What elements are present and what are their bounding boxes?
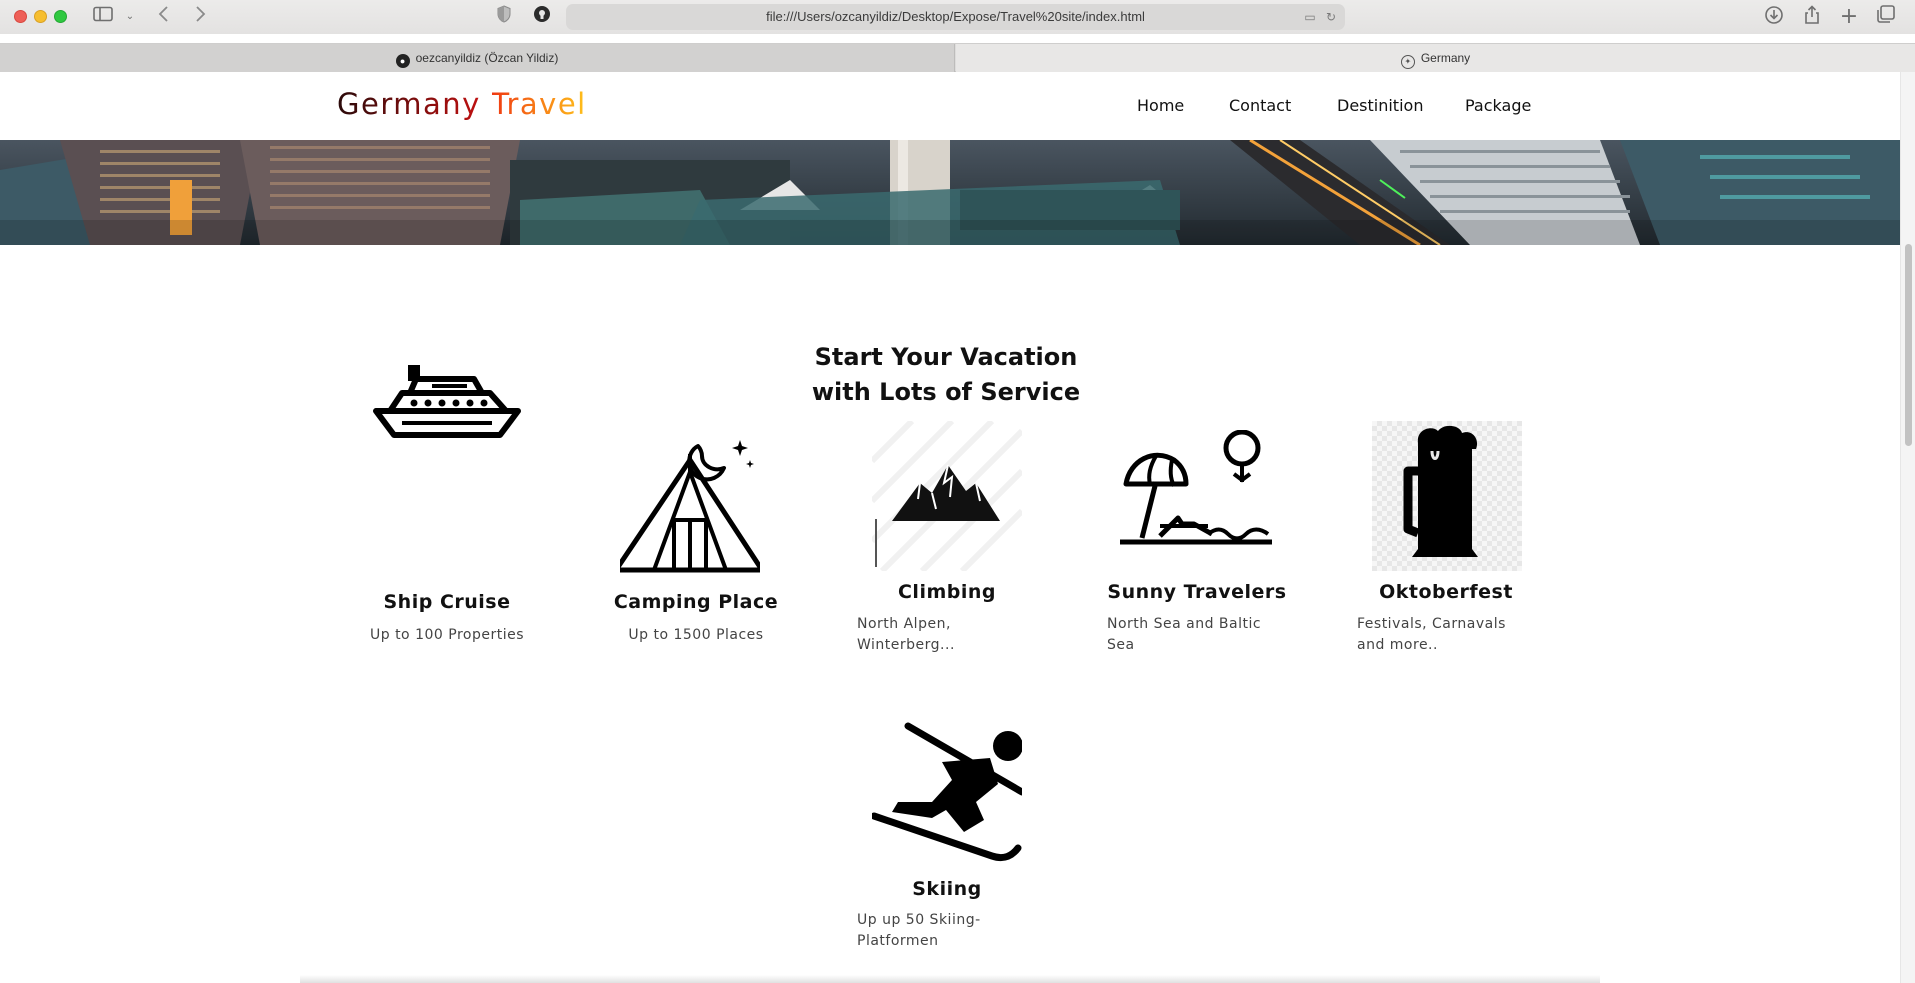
privacy-shield-icon[interactable] [494,5,514,29]
card-subtitle-camping-place: Up to 1500 Places [628,627,764,643]
github-icon: ● [395,54,410,68]
section-title-line2: with Lots of Service [811,378,1081,406]
hero-city-image [0,140,1900,245]
url-text: file:///Users/ozcanyildiz/Desktop/Expose… [766,9,1145,24]
tab-label: oezcanyildiz (Özcan Yildiz) [415,51,559,65]
card-title-climbing: Climbing [897,581,996,603]
reload-icon[interactable]: ↻ [1322,8,1340,26]
tab-overview-icon[interactable] [1875,5,1897,29]
minimize-window-button[interactable] [34,10,47,23]
site-logo[interactable]: Germany Travel [337,87,587,121]
card-subtitle-climbing: North Alpen, Winterberg... [857,614,1047,656]
card-subtitle-oktoberfest: Festivals, Carnavals and more.. [1357,614,1547,656]
beer-icon [1372,421,1522,575]
tab-github[interactable]: ● oezcanyildiz (Özcan Yildiz) [0,44,955,72]
logo-word-germany: Germany [337,87,481,121]
card-title-sunny-travelers: Sunny Travelers [1107,581,1287,603]
nav-package[interactable]: Package [1465,96,1531,115]
scrollbar-thumb[interactable] [1905,244,1912,446]
card-subtitle-line: Platformen [857,933,939,949]
sidebar-toggle-icon[interactable] [91,5,115,29]
tab-bar: ● oezcanyildiz (Özcan Yildiz) ✦ Germany [0,43,1915,72]
close-window-button[interactable] [14,10,27,23]
ship-icon [372,359,522,443]
card-title-ship-cruise: Ship Cruise [383,591,511,613]
card-subtitle-line: Up up 50 Skiing- [857,912,981,928]
page-viewport: Germany Travel Home Contact Destinition … [0,72,1900,983]
section-title-line1: Start Your Vacation [814,343,1078,371]
browser-toolbar: ⌄ file:///Users/ozcanyildiz/Desktop/Expo… [0,0,1915,34]
nav-destinition[interactable]: Destinition [1337,96,1423,115]
card-subtitle-ship-cruise: Up to 100 Properties [369,627,524,643]
extension-icon[interactable] [532,5,552,29]
card-subtitle-line: Festivals, Carnavals [1357,616,1506,632]
card-title-skiing: Skiing [912,878,982,900]
zoom-window-button[interactable] [54,10,67,23]
card-subtitle-line: Sea [1107,637,1135,653]
chevron-down-icon[interactable]: ⌄ [122,5,138,29]
card-title-camping-place: Camping Place [613,591,779,613]
new-tab-icon[interactable]: + [1838,5,1860,29]
site-header: Germany Travel Home Contact Destinition … [0,72,1900,140]
card-subtitle-skiing: Up up 50 Skiing- Platformen [857,910,1047,952]
skier-icon [870,722,1026,866]
card-subtitle-line: Winterberg... [857,637,955,653]
compass-icon: ✦ [1400,55,1415,69]
card-title-oktoberfest: Oktoberfest [1379,581,1513,603]
tab-germany[interactable]: ✦ Germany [956,44,1915,72]
forward-arrow-icon[interactable] [190,5,210,29]
page-scrollbar[interactable] [1900,72,1915,983]
beach-icon [1120,429,1276,558]
back-arrow-icon[interactable] [154,5,174,29]
card-subtitle-sunny-travelers: North Sea and Baltic Sea [1107,614,1297,656]
logo-word-travel: Travel [491,87,587,121]
nav-home[interactable]: Home [1137,96,1184,115]
mountain-icon [869,418,1025,575]
tent-icon [613,432,765,582]
address-bar[interactable]: file:///Users/ozcanyildiz/Desktop/Expose… [566,4,1345,30]
translate-icon[interactable]: ▭ [1301,8,1319,26]
card-subtitle-line: and more.. [1357,637,1438,653]
card-subtitle-line: North Sea and Baltic [1107,616,1262,632]
card-subtitle-line: North Alpen, [857,616,951,632]
share-icon[interactable] [1801,5,1823,29]
nav-contact[interactable]: Contact [1229,96,1291,115]
downloads-icon[interactable] [1763,5,1785,29]
section-bottom-shadow [300,975,1600,983]
tab-label: Germany [1420,51,1471,65]
